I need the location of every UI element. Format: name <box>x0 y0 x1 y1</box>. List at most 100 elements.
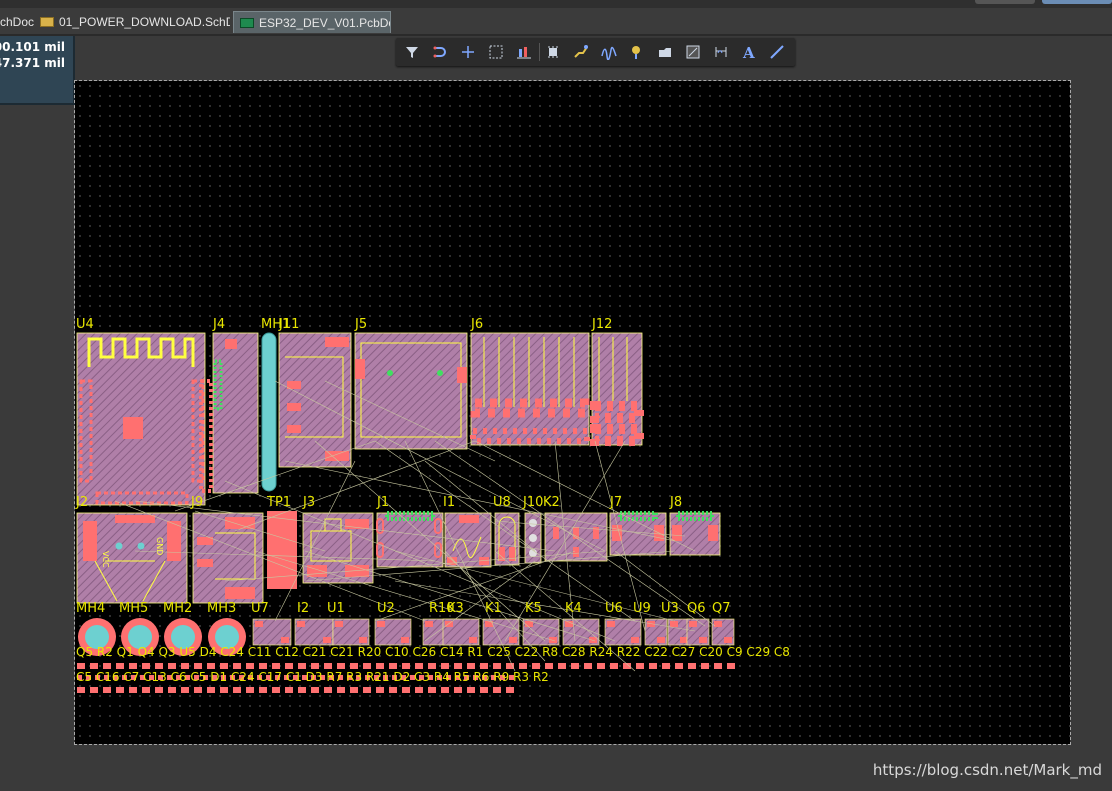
designator-label: Q6 <box>687 601 706 616</box>
passive-pad <box>480 663 488 669</box>
smd-pad <box>359 637 367 643</box>
differential-pair-icon[interactable] <box>598 41 620 63</box>
designator-label: J5 <box>354 317 367 332</box>
passive-pad <box>246 663 254 669</box>
smd-pad <box>255 621 263 627</box>
passive-pad <box>220 663 228 669</box>
tab-power-download[interactable]: 01_POWER_DOWNLOAD.SchDoc <box>40 11 230 33</box>
minimize-button[interactable] <box>975 0 1035 4</box>
passive-pad <box>259 663 267 669</box>
passive-pad <box>662 663 670 669</box>
smd-pad <box>525 621 533 627</box>
pcb-layout: VCC GND U4 J4 MH1J11 J5 J6 J12J2 J9 TP1 … <box>75 317 790 693</box>
smd-pad <box>549 637 557 643</box>
smd-pad <box>335 621 343 627</box>
maximize-button[interactable] <box>1042 0 1112 4</box>
interactive-route-icon[interactable] <box>570 41 592 63</box>
passive-pad <box>168 687 176 693</box>
component-u8[interactable] <box>494 512 520 566</box>
component-j11[interactable] <box>278 332 352 468</box>
component-j10[interactable] <box>524 512 542 564</box>
passive-pad <box>402 663 410 669</box>
designator-label: I1 <box>443 495 455 510</box>
passive-pad <box>376 663 384 669</box>
passive-pad <box>285 663 293 669</box>
designator-label: Q5 R2 Q1 Q4 Q3 U5 D4 C24 C11 C12 C21 C21… <box>76 645 790 659</box>
board-cutout-icon[interactable] <box>682 41 704 63</box>
component-j4[interactable] <box>199 332 259 494</box>
add-cross-icon[interactable] <box>457 41 479 63</box>
pad-icon[interactable] <box>626 41 648 63</box>
passive-pad <box>324 687 332 693</box>
passive-pad <box>90 663 98 669</box>
designator-label: U6 <box>605 601 623 616</box>
passive-pad <box>532 663 540 669</box>
pcb-editor-canvas[interactable]: VCC GND U4 J4 MH1 J11 J5 J6 J12 J2 J9 TP… <box>74 80 1071 745</box>
designator-label: C5 C16 C7 C13 C6 C5 D1 C24 C17 C1 D3 R7 … <box>76 670 549 684</box>
designator-label: TP1 <box>266 495 291 510</box>
designator-label: J6 <box>470 317 483 332</box>
align-icon[interactable] <box>513 41 535 63</box>
component-j5[interactable] <box>354 332 468 450</box>
passive-pad <box>441 687 449 693</box>
passive-pad <box>311 663 319 669</box>
component-mh1[interactable] <box>261 332 277 492</box>
smd-pad <box>631 637 639 643</box>
smd-pad <box>657 637 665 643</box>
smd-pad <box>699 637 707 643</box>
component-j1[interactable] <box>376 511 444 568</box>
passive-pad <box>363 687 371 693</box>
route-selected-icon[interactable] <box>429 41 451 63</box>
tab-esp32-pcbdoc[interactable]: ESP32_DEV_V01.PcbDoc * <box>233 11 391 33</box>
component-k2[interactable] <box>544 512 608 562</box>
component-j8[interactable] <box>669 511 721 556</box>
component-u4[interactable] <box>76 332 206 506</box>
designator-label: U9 <box>633 601 651 616</box>
passive-pad <box>142 663 150 669</box>
designator-label: J7 <box>609 495 622 510</box>
component-j3[interactable] <box>302 512 374 584</box>
designator-label: U7 <box>251 601 269 616</box>
region-icon[interactable] <box>654 41 676 63</box>
designator-label: J3 <box>302 495 315 510</box>
smd-pad <box>281 637 289 643</box>
passive-pad <box>77 663 85 669</box>
passive-pad <box>493 687 501 693</box>
component-j2[interactable]: VCC GND <box>76 512 188 604</box>
passive-pad <box>415 663 423 669</box>
passive-pad <box>363 663 371 669</box>
passive-pad <box>142 687 150 693</box>
text-icon[interactable]: A <box>738 41 760 63</box>
dimension-icon[interactable] <box>710 41 732 63</box>
passive-pad <box>727 663 735 669</box>
passive-pad <box>233 663 241 669</box>
passive-pad <box>441 663 449 669</box>
designator-label: MH4 <box>76 601 105 616</box>
passive-pad <box>181 663 189 669</box>
component-j9[interactable] <box>192 512 264 604</box>
line-icon[interactable] <box>766 41 788 63</box>
designator-label: K5 <box>525 601 542 616</box>
passive-pad <box>402 687 410 693</box>
passive-pad <box>454 663 462 669</box>
document-tab-bar: chDoc 01_POWER_DOWNLOAD.SchDoc ESP32_DEV… <box>0 8 1112 36</box>
passive-pad <box>558 663 566 669</box>
designator-label: U1 <box>327 601 345 616</box>
passive-pad <box>714 663 722 669</box>
passive-pad <box>311 687 319 693</box>
passive-pad <box>103 687 111 693</box>
active-bar-toolbar: A <box>396 38 795 66</box>
smd-pad <box>425 621 433 627</box>
passive-pad <box>376 687 384 693</box>
component-icon[interactable] <box>542 41 564 63</box>
passive-pad <box>454 687 462 693</box>
filter-icon[interactable] <box>401 41 423 63</box>
tab-schdoc[interactable]: chDoc <box>0 11 34 33</box>
component-j12[interactable] <box>590 332 644 446</box>
component-j6[interactable] <box>470 332 590 446</box>
svg-text:GND: GND <box>155 537 164 555</box>
passive-pad <box>480 687 488 693</box>
smd-pad <box>445 621 453 627</box>
select-box-icon[interactable] <box>485 41 507 63</box>
designator-label: MH5 <box>119 601 148 616</box>
